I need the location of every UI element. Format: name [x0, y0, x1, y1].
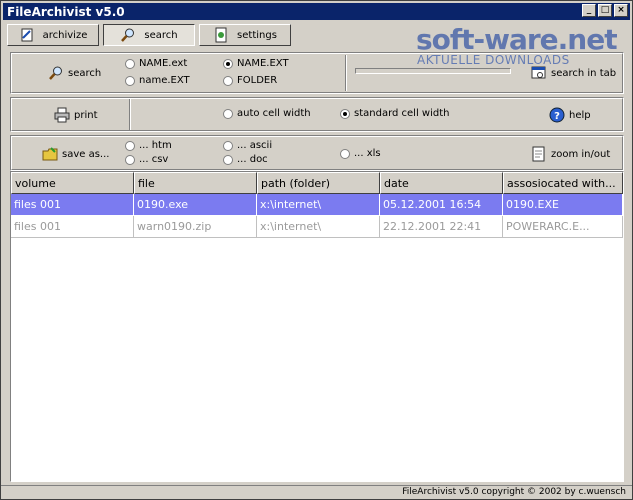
radio-circle[interactable]	[125, 58, 135, 69]
radio-label: name.EXT	[139, 75, 190, 86]
table-row[interactable]: files 001 warn0190.zip x:\internet\ 22.1…	[11, 216, 623, 238]
search-progress-bar	[355, 68, 511, 74]
radio-circle-selected[interactable]	[223, 58, 233, 69]
cell-volume[interactable]: files 001	[11, 216, 134, 238]
save-folder-icon	[42, 147, 58, 161]
radio-folder[interactable]: FOLDER	[223, 75, 277, 86]
radio-circle[interactable]	[125, 140, 135, 151]
svg-text:?: ?	[554, 111, 560, 122]
search-label: search	[68, 67, 102, 79]
tab-settings[interactable]: settings	[199, 24, 291, 46]
cell-path[interactable]: x:\internet\	[257, 216, 380, 238]
cell-associated[interactable]: 0190.EXE	[503, 194, 623, 216]
archivize-icon	[21, 28, 33, 42]
column-header-path[interactable]: path (folder)	[257, 172, 380, 194]
print-button[interactable]: print	[54, 107, 98, 123]
column-header-date[interactable]: date	[380, 172, 503, 194]
radio-circle[interactable]	[340, 148, 350, 159]
radio-circle[interactable]	[125, 154, 135, 165]
copyright-text: FileArchivist v5.0 copyright © 2002 by c…	[402, 487, 626, 497]
cell-associated[interactable]: POWERARC.E...	[503, 216, 623, 238]
tab-settings-label: settings	[237, 29, 277, 41]
results-table: volume file path (folder) date assosioca…	[10, 171, 624, 482]
tab-bar: archivize search settings	[7, 24, 291, 46]
radio-label: standard cell width	[354, 108, 450, 119]
tab-search-label: search	[144, 29, 178, 41]
radio-circle[interactable]	[223, 75, 233, 86]
search-in-tab-label: search in tab	[551, 67, 617, 79]
zoom-button[interactable]: zoom in/out	[531, 146, 610, 162]
help-label: help	[569, 109, 591, 121]
print-label: print	[74, 109, 98, 121]
radio-ascii[interactable]: ... ascii	[223, 140, 272, 151]
radio-label: ... xls	[354, 148, 381, 159]
cell-date[interactable]: 22.12.2001 22:41	[380, 216, 503, 238]
radio-auto-cell-width[interactable]: auto cell width	[223, 108, 311, 119]
radio-name-ext-upper[interactable]: NAME.EXT	[223, 58, 289, 69]
column-header-file[interactable]: file	[134, 172, 257, 194]
title-bar[interactable]: FileArchivist v5.0 _ □ ×	[3, 3, 630, 20]
radio-label: NAME.EXT	[237, 58, 289, 69]
radio-xls[interactable]: ... xls	[340, 148, 381, 159]
window-title: FileArchivist v5.0	[7, 4, 125, 19]
radio-label: FOLDER	[237, 75, 278, 86]
magnifier-icon	[49, 66, 62, 80]
cell-file[interactable]: 0190.exe	[134, 194, 257, 216]
maximize-button[interactable]: □	[598, 4, 612, 17]
search-in-tab-button[interactable]: search in tab	[531, 65, 616, 81]
print-options-panel	[10, 97, 624, 132]
status-bar: FileArchivist v5.0 copyright © 2002 by c…	[1, 485, 632, 500]
cell-date[interactable]: 05.12.2001 16:54	[380, 194, 503, 216]
radio-standard-cell-width[interactable]: standard cell width	[340, 108, 449, 119]
radio-label: NAME.ext	[139, 58, 188, 69]
radio-label: ... ascii	[237, 140, 273, 151]
help-button[interactable]: ? help	[549, 107, 591, 123]
radio-circle[interactable]	[223, 140, 233, 151]
radio-doc[interactable]: ... doc	[223, 154, 268, 165]
help-icon: ?	[549, 107, 565, 123]
cell-volume[interactable]: files 001	[11, 194, 134, 216]
radio-label: auto cell width	[237, 108, 311, 119]
search-window-icon	[531, 66, 546, 79]
tab-archivize-label: archivize	[42, 29, 88, 41]
radio-name-ext-lower[interactable]: NAME.ext	[125, 58, 187, 69]
tab-archivize[interactable]: archivize	[7, 24, 99, 46]
search-button[interactable]: search	[48, 65, 101, 81]
divider	[129, 99, 131, 130]
cell-file[interactable]: warn0190.zip	[134, 216, 257, 238]
column-header-associated[interactable]: assosiocated with...	[503, 172, 623, 194]
table-row[interactable]: files 001 0190.exe x:\internet\ 05.12.20…	[11, 194, 623, 216]
divider	[345, 55, 347, 91]
main-window: FileArchivist v5.0 _ □ × archivize searc…	[0, 0, 633, 500]
cell-path[interactable]: x:\internet\	[257, 194, 380, 216]
zoom-label: zoom in/out	[551, 148, 611, 160]
save-as-label: save as...	[62, 148, 110, 160]
column-header-volume[interactable]: volume	[11, 172, 134, 194]
zoom-page-icon	[532, 146, 545, 162]
close-button[interactable]: ×	[614, 4, 628, 17]
radio-htm[interactable]: ... htm	[125, 140, 172, 151]
radio-label: ... doc	[237, 154, 268, 165]
radio-circle[interactable]	[223, 154, 233, 165]
radio-label: ... csv	[139, 154, 169, 165]
radio-circle[interactable]	[125, 75, 135, 86]
printer-icon	[54, 107, 70, 123]
radio-name-ext-upper-ext[interactable]: name.EXT	[125, 75, 190, 86]
tab-search[interactable]: search	[103, 24, 195, 46]
radio-csv[interactable]: ... csv	[125, 154, 168, 165]
radio-circle[interactable]	[223, 108, 233, 119]
radio-circle-selected[interactable]	[340, 108, 350, 119]
radio-label: ... htm	[139, 140, 172, 151]
minimize-button[interactable]: _	[582, 4, 596, 17]
settings-icon	[215, 27, 227, 43]
table-header: volume file path (folder) date assosioca…	[11, 172, 623, 194]
save-as-button[interactable]: save as...	[42, 146, 109, 162]
magnifier-icon	[121, 28, 135, 42]
